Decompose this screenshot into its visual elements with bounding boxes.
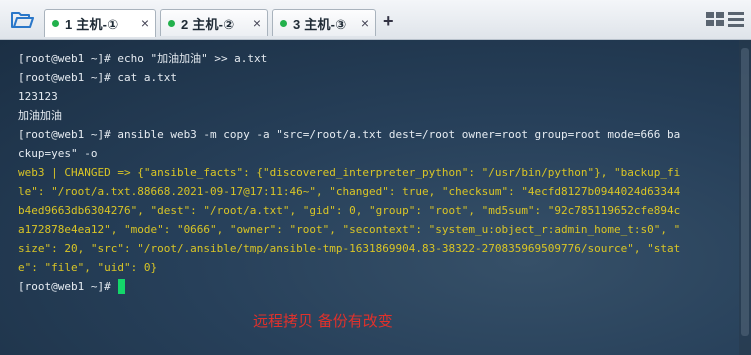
status-dot-icon [52,20,59,27]
prompt: [root@web1 ~]# [18,280,111,293]
open-folder-button[interactable] [8,8,36,32]
terminal-line: 加油加油 [18,109,62,122]
menu-icon[interactable] [728,12,744,27]
tab-host-2[interactable]: 2 主机-② × [160,9,268,36]
prompt-line: [root@web1 ~]# [18,277,720,296]
tab-host-3[interactable]: 3 主机-③ × [272,9,376,36]
plus-icon: + [383,11,394,31]
terminal-line: le": "/root/a.txt.88668.2021-09-17@17:11… [18,185,681,198]
terminal-line: 123123 [18,90,58,103]
tab-host-1[interactable]: 1 主机-① × [44,9,156,37]
add-tab-button[interactable]: + [383,11,394,32]
tab-label: 3 主机-③ [293,16,347,32]
terminal-line: [root@web1 ~]# ansible web3 -m copy -a "… [18,128,681,141]
grid-view-icon[interactable] [706,12,724,27]
tab-bar: 1 主机-① × 2 主机-② × 3 主机-③ × + [0,0,751,40]
terminal-line: ckup=yes" -o [18,147,98,160]
folder-icon [11,12,34,28]
terminal-line: [root@web1 ~]# cat a.txt [18,71,177,84]
terminal-output[interactable]: [root@web1 ~]# echo "加油加油" >> a.txt [roo… [0,40,751,355]
text-cursor [117,279,125,294]
terminal-line: [root@web1 ~]# echo "加油加油" >> a.txt [18,52,268,65]
terminal-line: web3 | CHANGED => {"ansible_facts": {"di… [18,166,681,179]
tab-label: 2 主机-② [181,16,235,32]
status-dot-icon [168,19,175,27]
terminal-line: size": 20, "src": "/root/.ansible/tmp/an… [18,242,681,255]
annotation-text: 远程拷贝 备份有改变 [253,312,393,330]
tab-label: 1 主机-① [65,17,119,32]
terminal-scrollbar[interactable] [739,40,751,355]
terminal-line: e": "file", "uid": 0} [18,261,158,274]
close-icon[interactable]: × [361,15,369,31]
close-icon[interactable]: × [141,15,149,31]
close-icon[interactable]: × [253,15,261,31]
terminal-line: a172878e4ea12", "mode": "0666", "owner":… [18,223,681,236]
terminal-line: b4ed9663db6304276", "dest": "/root/a.txt… [18,204,681,217]
terminal-lines: [root@web1 ~]# echo "加油加油" >> a.txt [roo… [18,49,720,296]
status-dot-icon [280,19,287,27]
scrollbar-thumb[interactable] [741,48,749,336]
